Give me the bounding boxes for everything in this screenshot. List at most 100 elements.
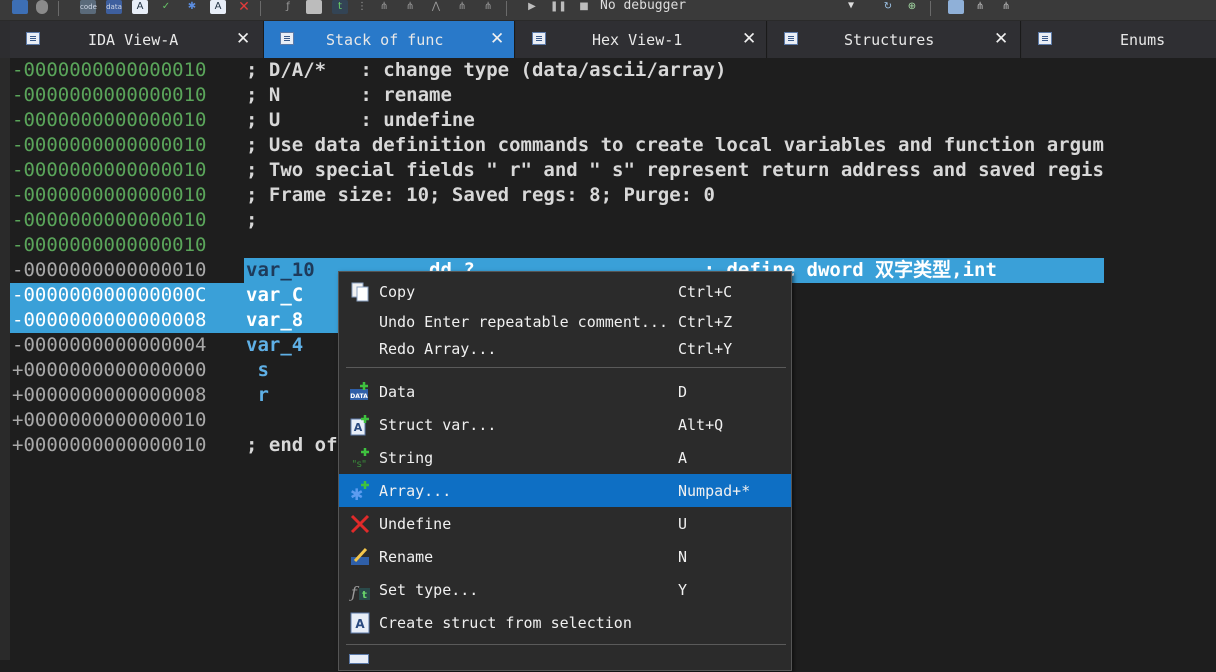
tab-label: IDA View-A [88,31,179,49]
menu-item-label: Copy [379,283,416,301]
menu-item-data[interactable]: DATA Data D [339,375,791,408]
rename-icon[interactable]: A [210,0,226,14]
menu-item-label: Rename [379,548,434,566]
tab-structures[interactable]: Structures ✕ [768,21,1021,58]
struct-icon [349,654,369,664]
array-icon[interactable]: ✱ [184,0,200,14]
line-address: -0000000000000010 [12,184,207,206]
menu-item-create-struct[interactable]: A Create struct from selection [339,606,791,639]
tree-icon[interactable]: ⋔ [376,0,392,14]
struct-icon[interactable]: A [132,0,148,14]
close-icon[interactable]: ✕ [490,29,504,49]
undefine-icon[interactable]: ✕ [236,0,252,14]
menu-item-array[interactable]: ✱ Array... Numpad+* [339,474,791,507]
menu-item-rename[interactable]: Rename N [339,540,791,573]
menu-item-shortcut: D [678,383,688,401]
menu-item-label: Redo Array... [379,340,497,358]
enums-icon [1038,32,1052,45]
start-debug-icon[interactable]: ▶ [524,0,540,14]
struct-var-icon: A [350,415,369,436]
stack-var-name[interactable]: s [246,359,268,381]
tab-label: Structures [844,31,935,49]
listing-line[interactable]: -0000000000000010 ; D/A/* : change type … [0,58,1216,83]
attach-icon[interactable]: ⊕ [904,0,920,14]
flow-chart-icon[interactable]: ⋀ [428,0,444,14]
stack-var-name[interactable]: var_10 [246,259,315,281]
listing-line[interactable]: -0000000000000010 ; N : rename [0,83,1216,108]
stack-var-name[interactable]: r [246,384,268,406]
main-toolbar: code data A ✓ ✱ A ✕ ƒ t ⋮ ⋔ ⋔ ⋀ ⋔ ⋔ ▶ ❚❚… [0,0,1216,21]
listing-line[interactable]: -0000000000000010 [0,233,1216,258]
svg-text:t: t [362,590,367,601]
refresh-icon[interactable]: ↻ [880,0,896,14]
listing-line[interactable]: -0000000000000010 ; [0,208,1216,233]
line-comment: ; [246,209,258,231]
array-icon: ✱ [350,481,369,502]
menu-item-shortcut: U [678,515,688,533]
pause-icon[interactable]: ❚❚ [550,0,567,14]
close-icon[interactable]: ✕ [236,29,250,49]
graph-icon[interactable]: ⋮ [354,0,370,14]
stack-var-name[interactable]: var_8 [246,309,303,331]
debugger-select[interactable]: No debugger ▼ [600,0,862,14]
chevron-down-icon: ▼ [847,0,854,11]
menu-item-shortcut: Ctrl+C [678,283,733,301]
close-icon[interactable]: ✕ [742,29,756,49]
menu-item-label: Undo Enter repeatable comment... [379,313,668,331]
window-icon[interactable] [12,0,28,14]
menu-separator [346,367,786,368]
listing-line[interactable]: -0000000000000010 ; Two special fields "… [0,158,1216,183]
tab-bar: IDA View-A ✕ Stack of func ✕ Hex View-1 … [0,21,1216,58]
type-icon[interactable]: t [332,0,348,14]
disk-icon[interactable] [36,0,48,14]
tab-label: Stack of func [326,31,444,49]
line-address: -0000000000000004 [12,334,207,356]
hierarchy-icon[interactable]: ⋔ [972,0,988,14]
stack-var-name[interactable]: var_C [246,284,303,306]
tab-hex-view-1[interactable]: Hex View-1 ✕ [516,21,767,58]
line-comment: ; U : undefine [246,109,475,131]
svg-text:DATA: DATA [350,393,368,400]
menu-item-label: Struct var... [379,416,497,434]
line-comment: ; D/A/* : change type (data/ascii/array) [246,59,727,81]
stack-var-name[interactable]: var_4 [246,334,303,356]
stop-icon[interactable]: ■ [576,0,592,14]
code-icon[interactable]: code [80,0,97,14]
line-address: +0000000000000000 [12,359,207,381]
data-icon[interactable]: data [106,0,122,14]
menu-item-redo[interactable]: Redo Array... Ctrl+Y [339,332,791,365]
menu-item-set-type[interactable]: ƒ t Set type... Y [339,573,791,606]
listing-line[interactable]: -0000000000000010 ; Frame size: 10; Save… [0,183,1216,208]
call-graph-icon[interactable]: ⋔ [454,0,470,14]
line-comment: ; end of [246,434,338,456]
listing-line[interactable]: -0000000000000010 ; U : undefine [0,108,1216,133]
comment-icon[interactable] [306,0,322,14]
close-icon[interactable]: ✕ [994,29,1008,49]
menu-item-string[interactable]: "s" String A [339,441,791,474]
function-icon[interactable]: ƒ [280,0,296,14]
menu-item-shortcut: A [678,449,688,467]
menu-item-struct-var[interactable]: A Struct var... Alt+Q [339,408,791,441]
list-icon[interactable] [948,0,964,14]
debugger-select-label: No debugger [600,0,687,13]
check-icon[interactable]: ✓ [158,0,174,14]
menu-item-shortcut: Alt+Q [678,416,724,434]
line-address: -0000000000000010 [12,84,207,106]
xref-graph-icon[interactable]: ⋔ [402,0,418,14]
line-address: -0000000000000010 [12,134,207,156]
menu-item-label: Create struct from selection [379,614,632,632]
menu-item-shortcut: N [678,548,688,566]
proximity-icon[interactable]: ⋔ [480,0,496,14]
menu-item-partial[interactable] [339,650,791,672]
tab-label: Enums [1120,31,1166,49]
line-address: +0000000000000010 [12,409,207,431]
menu-item-copy[interactable]: Copy Ctrl+C [339,275,791,308]
tab-ida-view-a[interactable]: IDA View-A ✕ [10,21,264,58]
tab-stack-of-func[interactable]: Stack of func ✕ [264,21,515,58]
network-icon[interactable]: ⋔ [998,0,1014,14]
listing-line[interactable]: -0000000000000010 ; Use data definition … [0,133,1216,158]
menu-item-undefine[interactable]: Undefine U [339,507,791,540]
copy-icon [351,282,369,302]
line-comment: ; N : rename [246,84,452,106]
tab-enums[interactable]: Enums [1022,21,1216,58]
